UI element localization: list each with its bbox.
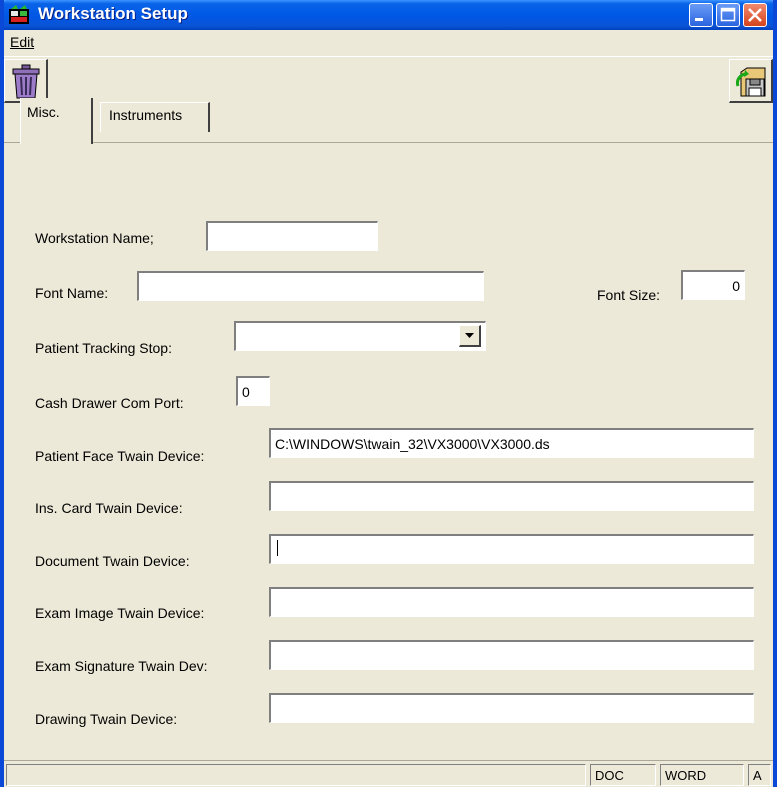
save-disk-icon [736, 67, 766, 97]
ins-card-twain-input[interactable] [269, 481, 754, 511]
title-bar[interactable]: Workstation Setup [4, 0, 773, 30]
menu-bar: Edit [4, 30, 773, 56]
patient-tracking-stop-select[interactable] [234, 321, 486, 351]
cash-drawer-com-port-label: Cash Drawer Com Port: [35, 395, 184, 411]
menu-edit-label: Edit [10, 34, 35, 50]
save-button[interactable] [729, 59, 773, 103]
status-panel-word: WORD [660, 764, 744, 786]
app-icon [8, 5, 30, 25]
menu-edit[interactable]: Edit [10, 34, 34, 50]
patient-tracking-stop-label: Patient Tracking Stop: [35, 340, 172, 356]
ins-card-twain-label: Ins. Card Twain Device: [35, 500, 183, 516]
font-size-input[interactable] [681, 270, 745, 300]
workstation-name-label: Workstation Name; [35, 230, 154, 246]
trash-can-icon [12, 64, 40, 99]
document-twain-label: Document Twain Device: [35, 553, 190, 569]
patient-face-twain-label: Patient Face Twain Device: [35, 448, 205, 464]
patient-tracking-stop-dropdown-button[interactable] [459, 325, 481, 347]
drawing-twain-input[interactable] [269, 693, 754, 723]
document-twain-input[interactable] [269, 534, 754, 564]
exam-signature-twain-input[interactable] [269, 640, 754, 670]
exam-signature-twain-label: Exam Signature Twain Dev: [35, 658, 208, 674]
font-name-input[interactable] [137, 271, 484, 301]
workstation-setup-window: Workstation Setup Edit Instruments Misc.… [0, 0, 777, 787]
exam-image-twain-input[interactable] [269, 587, 754, 617]
close-button[interactable] [743, 3, 767, 27]
text-cursor [277, 540, 278, 556]
maximize-button[interactable] [716, 3, 740, 27]
tab-instruments[interactable]: Instruments [100, 102, 210, 132]
minimize-button[interactable] [689, 3, 713, 27]
status-bar: DOC WORD A [4, 760, 773, 787]
tab-misc[interactable]: Misc. [20, 98, 93, 144]
delete-button[interactable] [4, 59, 48, 103]
maximize-icon [720, 7, 736, 22]
tab-misc-label: Misc. [27, 104, 60, 120]
status-panel-main [6, 764, 586, 786]
minimize-icon [695, 18, 703, 21]
cash-drawer-com-port-input[interactable] [236, 376, 270, 406]
status-panel-a: A [748, 764, 771, 786]
close-icon [748, 8, 762, 22]
dropdown-arrow-icon [465, 333, 474, 338]
window-title: Workstation Setup [38, 4, 188, 23]
drawing-twain-label: Drawing Twain Device: [35, 711, 178, 727]
patient-face-twain-input[interactable] [269, 428, 754, 458]
workstation-name-input[interactable] [206, 221, 378, 251]
exam-image-twain-label: Exam Image Twain Device: [35, 605, 205, 621]
font-size-label: Font Size: [597, 287, 661, 303]
tab-instruments-label: Instruments [109, 107, 183, 123]
status-panel-doc: DOC [590, 764, 656, 786]
font-name-label: Font Name: [35, 285, 109, 301]
